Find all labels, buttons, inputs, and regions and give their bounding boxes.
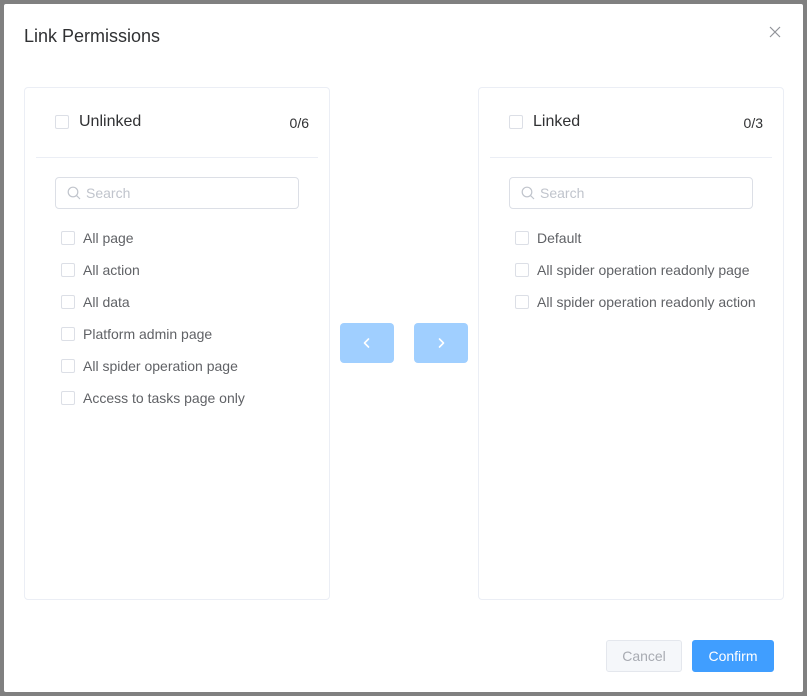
unlinked-panel-title: Unlinked [79,113,142,130]
linked-panel: Linked 0/3 Default All spider operation … [478,87,784,600]
chevron-left-icon [363,338,370,348]
item-checkbox[interactable] [515,263,529,277]
move-to-linked-button[interactable] [414,323,468,363]
linked-selected-count: 0/3 [743,115,763,131]
confirm-button[interactable]: Confirm [692,640,774,672]
list-item[interactable]: All spider operation readonly page [515,254,783,286]
close-icon [769,26,781,38]
list-item[interactable]: Platform admin page [61,318,329,350]
linked-item-list: Default All spider operation readonly pa… [515,222,783,318]
item-label: All page [83,230,134,246]
unlinked-select-all-checkbox[interactable] [55,115,69,129]
linked-panel-title: Linked [533,113,581,130]
chevron-right-icon [438,338,445,348]
unlinked-item-list: All page All action All data Platform ad… [61,222,329,414]
linked-select-all-checkbox[interactable] [509,115,523,129]
unlinked-search-input[interactable] [86,178,286,208]
item-checkbox[interactable] [61,263,75,277]
item-checkbox[interactable] [515,231,529,245]
list-item[interactable]: All data [61,286,329,318]
list-item[interactable]: Access to tasks page only [61,382,329,414]
link-permissions-dialog: Link Permissions Unlinked 0/6 All page [4,4,803,692]
unlinked-selected-count: 0/6 [289,115,309,131]
item-checkbox[interactable] [61,295,75,309]
list-item[interactable]: Default [515,222,783,254]
item-label: All data [83,294,130,310]
list-item[interactable]: All spider operation readonly action [515,286,783,318]
item-checkbox[interactable] [61,359,75,373]
item-label: Access to tasks page only [83,390,245,406]
list-item[interactable]: All page [61,222,329,254]
list-item[interactable]: All action [61,254,329,286]
item-checkbox[interactable] [61,391,75,405]
unlinked-panel-header: Unlinked 0/6 [36,88,318,158]
move-to-unlinked-button[interactable] [340,323,394,363]
list-item[interactable]: All spider operation page [61,350,329,382]
item-checkbox[interactable] [61,231,75,245]
unlinked-panel: Unlinked 0/6 All page All action All dat… [24,87,330,600]
search-icon [521,186,535,200]
unlinked-search-box [55,177,299,209]
cancel-button[interactable]: Cancel [606,640,682,672]
linked-panel-header: Linked 0/3 [490,88,772,158]
item-label: All spider operation readonly page [537,262,750,278]
item-label: All action [83,262,140,278]
item-label: Platform admin page [83,326,213,342]
item-label: Default [537,230,582,246]
close-button[interactable] [767,24,783,40]
item-label: All spider operation page [83,358,238,374]
item-label: All spider operation readonly action [537,294,756,310]
item-checkbox[interactable] [515,295,529,309]
dialog-title: Link Permissions [24,26,161,46]
linked-search-input[interactable] [540,178,740,208]
linked-search-box [509,177,753,209]
search-icon [67,186,81,200]
item-checkbox[interactable] [61,327,75,341]
